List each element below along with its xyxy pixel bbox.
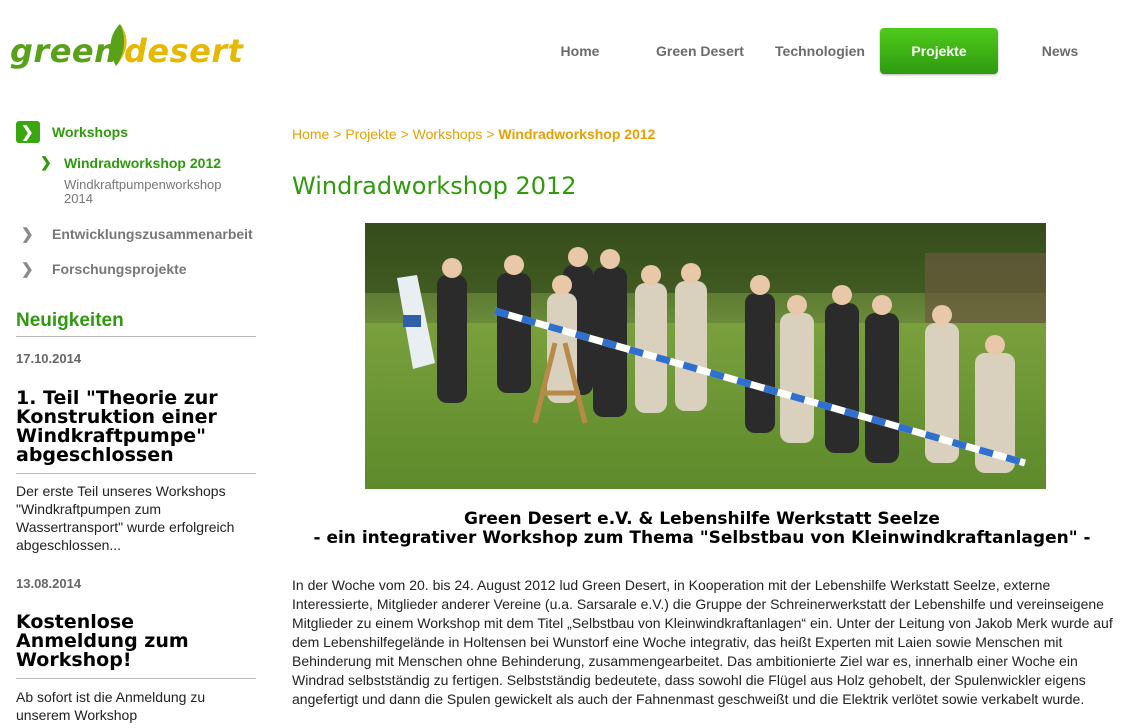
sidebar-menu: ❯ Workshops ❯ Windradworkshop 2012 Windk… bbox=[16, 120, 256, 283]
subtitle-line-1: Green Desert e.V. & Lebenshilfe Werkstat… bbox=[464, 509, 940, 529]
logo-text-desert: desert bbox=[124, 32, 244, 70]
breadcrumb-separator: > bbox=[486, 126, 495, 142]
breadcrumb-home[interactable]: Home bbox=[292, 126, 329, 142]
breadcrumb-separator: > bbox=[400, 126, 409, 142]
chevron-right-icon: ❯ bbox=[21, 261, 34, 278]
site-logo[interactable]: green desert bbox=[10, 22, 244, 74]
news-headline[interactable]: Kostenlose Anmeldung zum Workshop! bbox=[16, 613, 256, 679]
article-body: In der Woche vom 20. bis 24. August 2012… bbox=[292, 577, 1113, 707]
sidebar-item-label: Entwicklungszusammenarbeit bbox=[52, 226, 253, 242]
sidebar-item-entwicklungszusammenarbeit[interactable]: ❯ Entwicklungszusammenarbeit bbox=[16, 222, 256, 248]
breadcrumb-current: Windradworkshop 2012 bbox=[498, 126, 656, 142]
chevron-right-icon: ❯ bbox=[16, 121, 40, 143]
news-headline[interactable]: 1. Teil "Theorie zur Konstruktion einer … bbox=[16, 389, 256, 474]
breadcrumb: Home > Projekte > Workshops > Windradwor… bbox=[292, 126, 655, 142]
chevron-right-icon: ❯ bbox=[40, 154, 52, 170]
article-subtitle: Green Desert e.V. & Lebenshilfe Werkstat… bbox=[292, 510, 1112, 548]
sidebar-item-label: Forschungsprojekte bbox=[52, 261, 187, 277]
subtitle-line-2: - ein integrativer Workshop zum Thema "S… bbox=[313, 528, 1091, 548]
sidebar-item-windradworkshop-2012[interactable]: ❯ Windradworkshop 2012 bbox=[40, 150, 256, 176]
sidebar-item-workshops[interactable]: ❯ Workshops bbox=[16, 120, 256, 146]
nav-home[interactable]: Home bbox=[520, 28, 640, 74]
nav-green-desert[interactable]: Green Desert bbox=[640, 28, 760, 74]
page-title: Windradworkshop 2012 bbox=[292, 172, 577, 200]
sidebar-item-label: Windkraftpumpenworkshop 2014 bbox=[64, 177, 222, 206]
workshop-group-photo bbox=[365, 223, 1046, 489]
sidebar-item-forschungsprojekte[interactable]: ❯ Forschungsprojekte bbox=[16, 257, 256, 283]
nav-news[interactable]: News bbox=[1000, 28, 1120, 74]
news-teaser: Ab sofort ist die Anmeldung zu unserem W… bbox=[16, 689, 206, 723]
sidebar-item-windkraftpumpenworkshop-2014[interactable]: Windkraftpumpenworkshop 2014 bbox=[40, 176, 256, 216]
sidebar-item-label: Workshops bbox=[52, 124, 128, 140]
breadcrumb-separator: > bbox=[333, 126, 342, 142]
nav-projekte[interactable]: Projekte bbox=[880, 28, 998, 74]
news-date: 13.08.2014 bbox=[16, 576, 82, 591]
breadcrumb-workshops[interactable]: Workshops bbox=[413, 126, 483, 142]
logo-text-green: green bbox=[10, 32, 118, 70]
breadcrumb-projekte[interactable]: Projekte bbox=[345, 126, 396, 142]
chevron-right-icon: ❯ bbox=[21, 226, 34, 243]
nav-technologien[interactable]: Technologien bbox=[760, 28, 880, 74]
news-section-title: Neuigkeiten bbox=[16, 310, 256, 337]
sidebar-item-label: Windradworkshop 2012 bbox=[64, 155, 222, 171]
news-date: 17.10.2014 bbox=[16, 351, 82, 366]
news-teaser: Der erste Teil unseres Workshops "Windkr… bbox=[16, 483, 235, 553]
